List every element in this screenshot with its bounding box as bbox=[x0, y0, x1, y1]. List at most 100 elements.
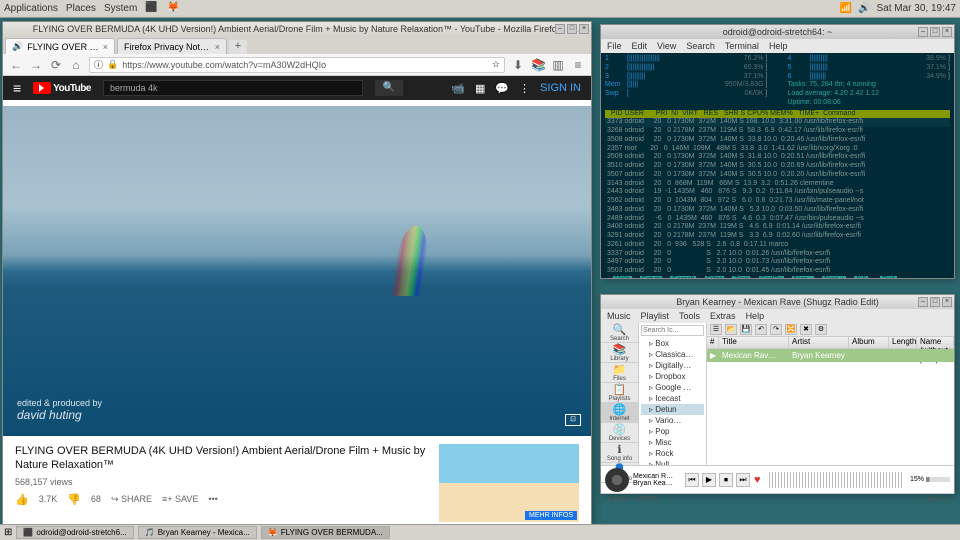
yt-create-icon[interactable]: 📹 bbox=[451, 82, 465, 95]
sidebar-item-internet[interactable]: 🌐Internet bbox=[601, 403, 638, 423]
menu-edit[interactable]: Edit bbox=[632, 41, 648, 51]
tool-config-icon[interactable]: ⚙ bbox=[815, 324, 827, 335]
play-button[interactable]: ▶ bbox=[702, 473, 716, 487]
htop-output[interactable]: 1[||||||||||||||||| 76.2%] 2[|||||||||||… bbox=[601, 53, 954, 278]
menu-music[interactable]: Music bbox=[607, 311, 631, 321]
tab-close-icon[interactable]: × bbox=[103, 42, 108, 52]
tab-close-icon[interactable]: × bbox=[215, 42, 220, 52]
tree-item[interactable]: ▹ Null bbox=[641, 459, 704, 465]
task-firefox[interactable]: 🦊FLYING OVER BERMUDA... bbox=[261, 526, 390, 539]
yt-search-button[interactable]: 🔍 bbox=[375, 80, 403, 96]
tool-new-icon[interactable]: ☰ bbox=[710, 324, 722, 335]
save-button[interactable]: ≡+ SAVE bbox=[162, 494, 198, 504]
menu-tools[interactable]: Tools bbox=[679, 311, 700, 321]
firefox-launcher-icon[interactable]: 🦊 bbox=[167, 2, 181, 16]
sidebar-item-search[interactable]: 🔍Search bbox=[601, 323, 638, 343]
tree-search-input[interactable] bbox=[641, 325, 704, 336]
yt-settings-icon[interactable]: ⋮ bbox=[519, 82, 530, 95]
tree-item[interactable]: ▹ Digitally… bbox=[641, 360, 704, 371]
yt-messages-icon[interactable]: 💬 bbox=[495, 82, 509, 95]
minimize-button[interactable]: – bbox=[555, 24, 565, 34]
ad-thumbnail[interactable]: MEHR INFOS bbox=[439, 444, 579, 522]
maximize-button[interactable]: □ bbox=[567, 24, 577, 34]
tree-item[interactable]: ▹ Vario… bbox=[641, 415, 704, 426]
menu-terminal[interactable]: Terminal bbox=[725, 41, 759, 51]
show-desktop-icon[interactable]: ⊞ bbox=[4, 527, 12, 538]
next-button[interactable]: ⏭ bbox=[736, 473, 750, 487]
tool-clear-icon[interactable]: ✖ bbox=[800, 324, 812, 335]
tree-item[interactable]: ▹ Pop bbox=[641, 426, 704, 437]
bookmark-star-icon[interactable]: ☆ bbox=[492, 59, 500, 70]
clock[interactable]: Sat Mar 30, 19:47 bbox=[877, 3, 957, 14]
menu-icon[interactable]: ≡ bbox=[571, 58, 585, 72]
terminal-titlebar[interactable]: odroid@odroid-stretch64: ~ –□× bbox=[601, 25, 954, 39]
tool-shuffle-icon[interactable]: 🔀 bbox=[785, 324, 797, 335]
maximize-button[interactable]: □ bbox=[930, 27, 940, 37]
tool-save-icon[interactable]: 💾 bbox=[740, 324, 752, 335]
yt-signin-button[interactable]: SIGN IN bbox=[540, 82, 581, 94]
tree-item[interactable]: ▹ Dropbox bbox=[641, 371, 704, 382]
reload-button[interactable]: ⟳ bbox=[49, 58, 63, 72]
minimize-button[interactable]: – bbox=[918, 27, 928, 37]
close-button[interactable]: × bbox=[942, 297, 952, 307]
sidebar-item-devices[interactable]: 💿Devices bbox=[601, 423, 638, 443]
yt-apps-icon[interactable]: ▦ bbox=[475, 82, 485, 95]
task-clementine[interactable]: 🎵Bryan Kearney - Mexica... bbox=[138, 526, 257, 539]
sidebar-item-files[interactable]: 📁Files bbox=[601, 363, 638, 383]
volume-control[interactable]: 15% bbox=[910, 476, 950, 483]
cc-badge[interactable]: ⊡ bbox=[565, 414, 581, 426]
network-icon[interactable]: 📶 bbox=[840, 3, 852, 14]
tab-firefox-privacy[interactable]: Firefox Privacy Notice — ...× bbox=[117, 38, 227, 54]
waveform-seek[interactable] bbox=[769, 472, 902, 488]
menu-playlist[interactable]: Playlist bbox=[641, 311, 670, 321]
tool-open-icon[interactable]: 📂 bbox=[725, 324, 737, 335]
sidebar-item-playlists[interactable]: 📋Playlists bbox=[601, 383, 638, 403]
youtube-logo[interactable]: YouTube bbox=[33, 82, 91, 94]
minimize-button[interactable]: – bbox=[918, 297, 928, 307]
menu-system[interactable]: System bbox=[104, 3, 137, 14]
dislike-button[interactable]: 👎 bbox=[67, 493, 81, 506]
yt-search-box[interactable] bbox=[103, 80, 363, 96]
url-bar[interactable]: ⓘ 🔒 https://www.youtube.com/watch?v=mA30… bbox=[89, 57, 505, 73]
menu-file[interactable]: File bbox=[607, 41, 622, 51]
tool-redo-icon[interactable]: ↷ bbox=[770, 324, 782, 335]
downloads-icon[interactable]: ⬇ bbox=[511, 58, 525, 72]
tree-item[interactable]: ▹ Misc bbox=[641, 437, 704, 448]
menu-extras[interactable]: Extras bbox=[710, 311, 736, 321]
album-art-icon[interactable] bbox=[605, 468, 629, 492]
info-icon[interactable]: ⓘ bbox=[94, 58, 103, 71]
home-button[interactable]: ⌂ bbox=[69, 58, 83, 72]
prev-button[interactable]: ⏮ bbox=[685, 473, 699, 487]
menu-help[interactable]: Help bbox=[769, 41, 788, 51]
menu-places[interactable]: Places bbox=[66, 3, 96, 14]
menu-search[interactable]: Search bbox=[686, 41, 715, 51]
firefox-titlebar[interactable]: FLYING OVER BERMUDA (4K UHD Version!) Am… bbox=[3, 22, 591, 36]
tree-item[interactable]: ▹ Google … bbox=[641, 382, 704, 393]
sidebar-icon[interactable]: ▥ bbox=[551, 58, 565, 72]
close-button[interactable]: × bbox=[579, 24, 589, 34]
more-button[interactable]: ••• bbox=[208, 494, 217, 504]
close-button[interactable]: × bbox=[942, 27, 952, 37]
tree-item[interactable]: ▹ Rock bbox=[641, 448, 704, 459]
back-button[interactable]: ← bbox=[9, 58, 23, 72]
yt-menu-icon[interactable]: ≡ bbox=[13, 80, 21, 96]
stop-button[interactable]: ⏹ bbox=[719, 473, 733, 487]
tree-item[interactable]: ▹ Icecast bbox=[641, 393, 704, 404]
new-tab-button[interactable]: + bbox=[229, 40, 247, 54]
love-button[interactable]: ♥ bbox=[754, 474, 761, 486]
tab-youtube[interactable]: 🔊FLYING OVER BERMU...× bbox=[5, 38, 115, 54]
library-icon[interactable]: 📚 bbox=[531, 58, 545, 72]
menu-view[interactable]: View bbox=[657, 41, 676, 51]
tree-item[interactable]: ▹ Detun bbox=[641, 404, 704, 415]
playlist-row-playing[interactable]: ▶ Mexican Rav… Bryan Kearney bbox=[707, 349, 954, 362]
menu-help[interactable]: Help bbox=[746, 311, 765, 321]
terminal-launcher-icon[interactable]: ⬛ bbox=[145, 2, 159, 16]
maximize-button[interactable]: □ bbox=[930, 297, 940, 307]
music-titlebar[interactable]: Bryan Kearney - Mexican Rave (Shugz Radi… bbox=[601, 295, 954, 309]
volume-icon[interactable]: 🔊 bbox=[858, 3, 870, 14]
like-button[interactable]: 👍 bbox=[15, 493, 29, 506]
forward-button[interactable]: → bbox=[29, 58, 43, 72]
task-terminal[interactable]: ⬛odroid@odroid-stretch6... bbox=[16, 526, 133, 539]
share-button[interactable]: ↪ SHARE bbox=[111, 494, 152, 505]
video-player[interactable]: edited & produced by david huting ⊡ bbox=[3, 106, 591, 436]
